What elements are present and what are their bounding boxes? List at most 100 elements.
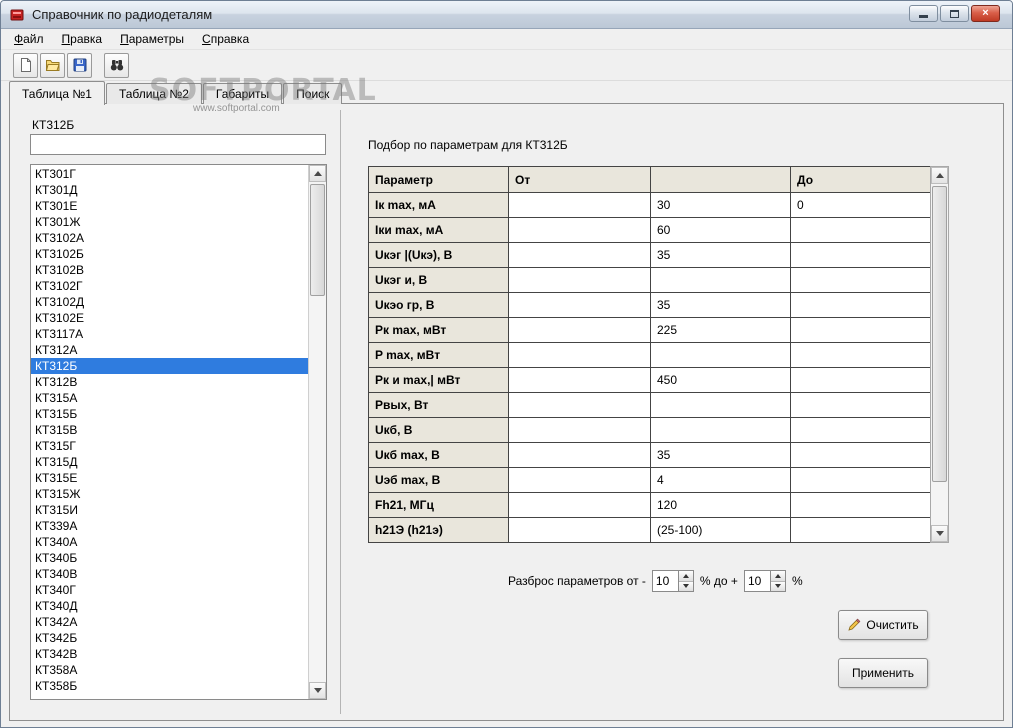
spread-to-input[interactable]: [744, 571, 770, 591]
to-cell[interactable]: [790, 492, 932, 518]
to-cell[interactable]: [790, 392, 932, 418]
from-cell[interactable]: [508, 192, 651, 218]
save-file-button[interactable]: [67, 52, 92, 78]
tab[interactable]: Таблица №1: [9, 81, 105, 105]
clear-button[interactable]: Очистить: [838, 610, 928, 640]
list-item[interactable]: КТ315Г: [31, 438, 308, 454]
value-cell[interactable]: 60: [650, 217, 791, 243]
close-button[interactable]: [971, 5, 1000, 22]
from-cell[interactable]: [508, 442, 651, 468]
table-scrollbar[interactable]: [930, 166, 949, 543]
list-item[interactable]: КТ301Г: [31, 166, 308, 182]
to-cell[interactable]: [790, 467, 932, 493]
list-item[interactable]: КТ315А: [31, 390, 308, 406]
list-item[interactable]: КТ342Б: [31, 630, 308, 646]
scroll-up-button[interactable]: [931, 167, 948, 184]
to-cell[interactable]: [790, 517, 932, 543]
from-cell[interactable]: [508, 467, 651, 493]
tab[interactable]: Таблица №2: [105, 83, 202, 104]
value-cell[interactable]: 30: [650, 192, 791, 218]
value-cell[interactable]: [650, 417, 791, 443]
list-item[interactable]: КТ340В: [31, 566, 308, 582]
menu-item[interactable]: Справка: [193, 29, 258, 49]
list-item[interactable]: КТ315Е: [31, 470, 308, 486]
scroll-up-button[interactable]: [309, 165, 326, 182]
apply-button[interactable]: Применить: [838, 658, 928, 688]
list-item[interactable]: КТ3102Е: [31, 310, 308, 326]
list-item[interactable]: КТ315Ж: [31, 486, 308, 502]
list-item[interactable]: КТ358А: [31, 662, 308, 678]
list-item[interactable]: КТ301Д: [31, 182, 308, 198]
list-item[interactable]: КТ358Б: [31, 678, 308, 694]
to-cell[interactable]: 0: [790, 192, 932, 218]
list-item[interactable]: КТ315Б: [31, 406, 308, 422]
from-cell[interactable]: [508, 417, 651, 443]
from-cell[interactable]: [508, 267, 651, 293]
menu-item[interactable]: Параметры: [111, 29, 193, 49]
value-cell[interactable]: 35: [650, 242, 791, 268]
value-cell[interactable]: 4: [650, 467, 791, 493]
list-item[interactable]: КТ3117А: [31, 326, 308, 342]
list-scrollbar[interactable]: [308, 165, 326, 699]
list-item[interactable]: КТ340Д: [31, 598, 308, 614]
menu-item[interactable]: Правка: [53, 29, 112, 49]
scroll-thumb[interactable]: [932, 186, 947, 482]
spin-down-button[interactable]: [770, 581, 785, 591]
to-cell[interactable]: [790, 367, 932, 393]
search-button[interactable]: [104, 52, 129, 78]
value-cell[interactable]: 225: [650, 317, 791, 343]
list-item[interactable]: КТ339А: [31, 518, 308, 534]
list-item[interactable]: КТ301Е: [31, 198, 308, 214]
value-cell[interactable]: 120: [650, 492, 791, 518]
list-item[interactable]: КТ312Б: [31, 358, 308, 374]
value-cell[interactable]: 35: [650, 292, 791, 318]
from-cell[interactable]: [508, 517, 651, 543]
list-item[interactable]: КТ312А: [31, 342, 308, 358]
spin-up-button[interactable]: [770, 571, 785, 582]
open-file-button[interactable]: [40, 52, 65, 78]
list-item[interactable]: КТ315В: [31, 422, 308, 438]
from-cell[interactable]: [508, 342, 651, 368]
from-cell[interactable]: [508, 217, 651, 243]
from-cell[interactable]: [508, 367, 651, 393]
list-item[interactable]: КТ301Ж: [31, 214, 308, 230]
list-item[interactable]: КТ312В: [31, 374, 308, 390]
spread-from-input[interactable]: [652, 571, 678, 591]
spin-up-button[interactable]: [678, 571, 693, 582]
from-cell[interactable]: [508, 292, 651, 318]
to-cell[interactable]: [790, 442, 932, 468]
scroll-down-button[interactable]: [309, 682, 326, 699]
list-item[interactable]: КТ3102Г: [31, 278, 308, 294]
scroll-thumb[interactable]: [310, 184, 325, 296]
to-cell[interactable]: [790, 342, 932, 368]
list-item[interactable]: КТ315И: [31, 502, 308, 518]
to-cell[interactable]: [790, 317, 932, 343]
list-item[interactable]: КТ340Г: [31, 582, 308, 598]
list-item[interactable]: КТ3102Д: [31, 294, 308, 310]
spin-down-button[interactable]: [678, 581, 693, 591]
list-item[interactable]: КТ315Д: [31, 454, 308, 470]
from-cell[interactable]: [508, 392, 651, 418]
list-item[interactable]: КТ3102Б: [31, 246, 308, 262]
new-file-button[interactable]: [13, 52, 38, 78]
list-item[interactable]: КТ342А: [31, 614, 308, 630]
to-cell[interactable]: [790, 292, 932, 318]
value-cell[interactable]: 450: [650, 367, 791, 393]
from-cell[interactable]: [508, 492, 651, 518]
list-item[interactable]: КТ340Б: [31, 550, 308, 566]
to-cell[interactable]: [790, 417, 932, 443]
list-item[interactable]: КТ3102В: [31, 262, 308, 278]
list-item[interactable]: КТ342В: [31, 646, 308, 662]
to-cell[interactable]: [790, 267, 932, 293]
from-cell[interactable]: [508, 242, 651, 268]
maximize-button[interactable]: [940, 5, 969, 22]
scroll-down-button[interactable]: [931, 525, 948, 542]
to-cell[interactable]: [790, 217, 932, 243]
value-cell[interactable]: [650, 342, 791, 368]
value-cell[interactable]: (25-100): [650, 517, 791, 543]
minimize-button[interactable]: [909, 5, 938, 22]
value-cell[interactable]: [650, 392, 791, 418]
menu-item[interactable]: Файл: [5, 29, 53, 49]
tab[interactable]: Поиск: [283, 83, 343, 104]
tab[interactable]: Габариты: [202, 83, 283, 104]
